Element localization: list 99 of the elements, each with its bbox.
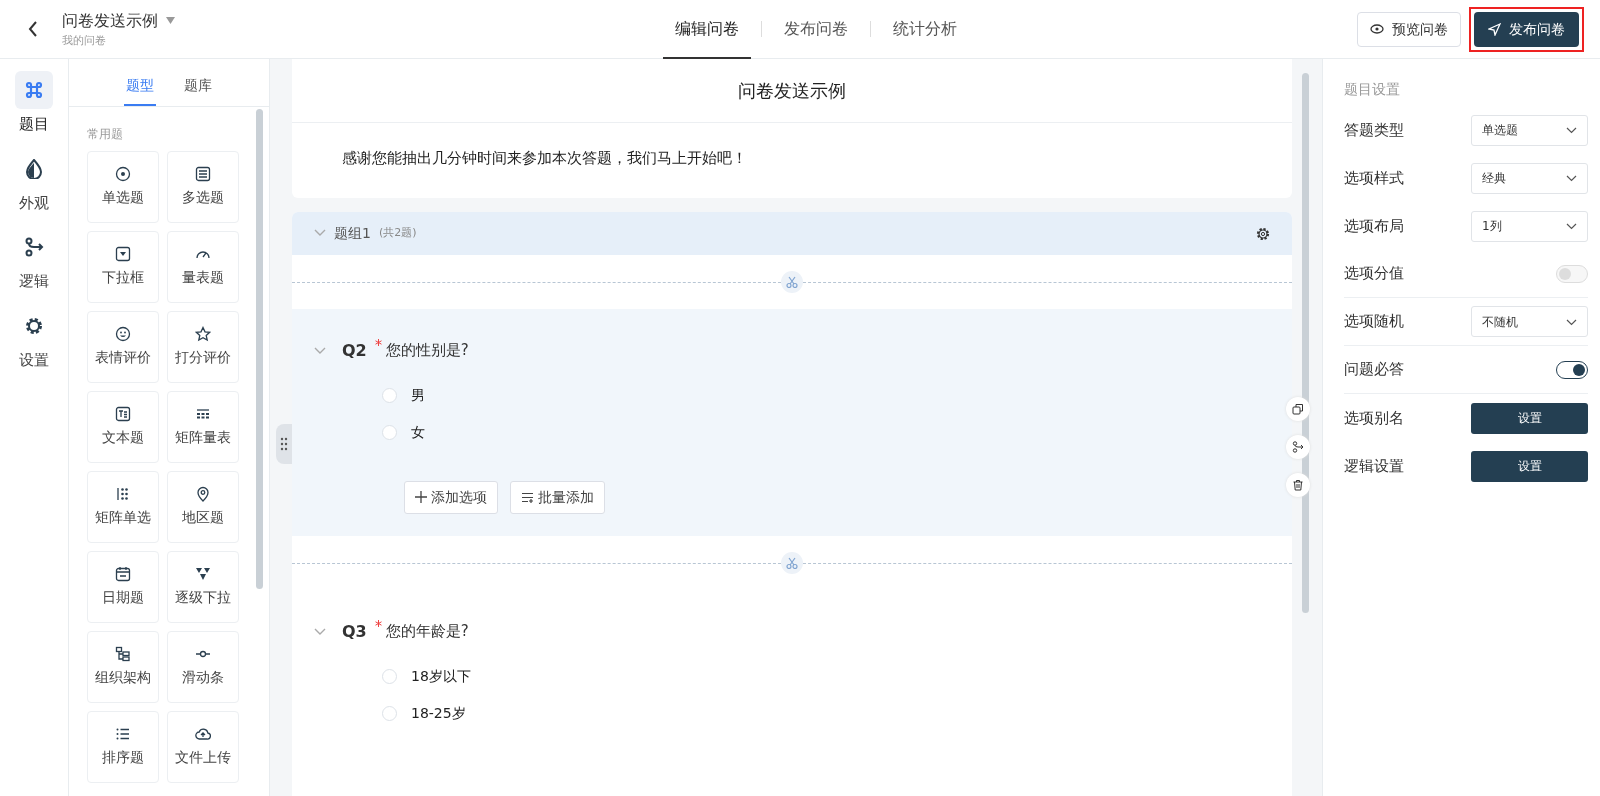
dots-icon (115, 486, 131, 502)
eye-icon (1370, 24, 1384, 34)
scrollbar[interactable] (1302, 73, 1309, 613)
chevron-icon (1566, 175, 1577, 182)
star-icon (195, 326, 211, 342)
upload-icon (195, 726, 211, 742)
chevron-icon[interactable] (314, 346, 326, 355)
nav-tab[interactable]: 发布问卷 (772, 0, 860, 59)
panel-title: 题目设置 (1344, 80, 1401, 99)
question-title: 您的年龄是? (385, 621, 469, 643)
calendar-icon (115, 566, 131, 582)
select-field[interactable]: 单选题 (1471, 114, 1588, 146)
radio-button[interactable] (382, 424, 397, 440)
select-field[interactable]: 不随机 (1471, 306, 1588, 337)
question-number: Q2 (342, 339, 367, 362)
text-icon (115, 406, 131, 422)
radio-icon (115, 166, 131, 182)
caret-icon[interactable] (166, 17, 175, 25)
list-add-icon (521, 491, 534, 503)
checklist-icon (195, 166, 211, 182)
list-icon (115, 726, 131, 742)
select-field[interactable]: 经典 (1471, 162, 1588, 194)
question-type[interactable]: 单选题 (87, 151, 159, 223)
option-label: 18-25岁 (411, 703, 466, 723)
select-field[interactable]: 1列 (1471, 210, 1588, 242)
intro-text: 感谢您能抽出几分钟时间来参加本次答题，我们马上开始吧！ (341, 148, 748, 169)
breadcrumb: 我的问卷 (62, 32, 107, 49)
split-icon[interactable] (781, 270, 803, 293)
chevron-icon[interactable] (314, 627, 326, 636)
radio-button[interactable] (382, 705, 397, 721)
back-icon[interactable] (28, 21, 38, 37)
radio-button[interactable] (382, 387, 397, 403)
question-type[interactable]: 文件上传 (167, 711, 239, 783)
smiley-icon (115, 326, 131, 342)
preview-button[interactable]: 预览问卷 (1357, 11, 1461, 47)
question-type[interactable]: 下拉框 (87, 231, 159, 303)
question-type[interactable]: 量表题 (167, 231, 239, 303)
setting-label: 逻辑设置 (1344, 455, 1404, 477)
panel-tab[interactable]: 题库 (182, 75, 214, 106)
setting-label: 选项布局 (1344, 215, 1404, 237)
setting-label: 选项分值 (1344, 263, 1404, 285)
question-type[interactable]: 打分评价 (167, 311, 239, 383)
split-icon[interactable] (781, 551, 803, 574)
question-type[interactable]: 矩阵量表 (167, 391, 239, 463)
setting-label: 选项随机 (1344, 311, 1404, 333)
question-type[interactable]: 日期题 (87, 551, 159, 623)
survey-title: 问卷发送示例 (292, 59, 1292, 123)
location-icon (195, 486, 211, 502)
panel-tab[interactable]: 题型 (124, 75, 156, 106)
bulk-add-button[interactable]: 批量添加 (510, 480, 605, 514)
setting-label: 问题必答 (1344, 359, 1404, 381)
publish-button[interactable]: 发布问卷 (1474, 11, 1579, 47)
question-count: (共2题) (378, 224, 417, 241)
option-label: 18岁以下 (411, 666, 471, 686)
chevron-icon[interactable] (314, 229, 326, 237)
drop-icon (26, 158, 42, 179)
chevron-icon (1566, 127, 1577, 134)
send-icon (1488, 22, 1501, 36)
radio-button[interactable] (382, 668, 397, 684)
question-title: 您的性别是? (385, 340, 469, 362)
settings-icon (24, 315, 44, 336)
question-type[interactable]: 多选题 (167, 151, 239, 223)
setting-label: 答题类型 (1344, 119, 1404, 141)
survey-name: 问卷发送示例 (62, 9, 158, 32)
rail-item[interactable]: 外观 (15, 149, 53, 214)
hierarchy-icon (115, 646, 131, 662)
question-type[interactable]: 逐级下拉 (167, 551, 239, 623)
nav-tab[interactable]: 统计分析 (881, 0, 969, 59)
plus-icon (415, 491, 427, 503)
section-label: 常用题 (87, 126, 124, 143)
add-option-button[interactable]: 添加选项 (404, 480, 498, 514)
group-name: 题组1 (334, 223, 371, 243)
chevron-icon (1566, 223, 1577, 230)
chevron-icon (1566, 318, 1577, 326)
grid-icon (195, 406, 211, 422)
question-type[interactable]: 表情评价 (87, 311, 159, 383)
question-type[interactable]: 排序题 (87, 711, 159, 783)
setting-label: 选项别名 (1344, 407, 1404, 429)
drag-handle[interactable] (276, 424, 292, 464)
question-type[interactable]: 组织架构 (87, 631, 159, 703)
question-type[interactable]: 文本题 (87, 391, 159, 463)
settings-button[interactable]: 设置 (1471, 450, 1588, 482)
command-icon (24, 80, 44, 100)
setting-label: 选项样式 (1344, 167, 1404, 189)
question-type[interactable]: 矩阵单选 (87, 471, 159, 543)
settings-icon[interactable] (1256, 226, 1270, 241)
question-type[interactable]: 地区题 (167, 471, 239, 543)
question-number: Q3 (342, 620, 367, 643)
branch-icon (24, 237, 44, 257)
option-label: 男 (411, 385, 425, 405)
toggle-switch[interactable] (1556, 360, 1588, 379)
triangles-icon (195, 566, 211, 582)
rail-item[interactable]: 逻辑 (15, 228, 53, 293)
rail-item[interactable]: 设置 (15, 306, 53, 371)
question-type[interactable]: 滑动条 (167, 631, 239, 703)
dropdown-icon (115, 246, 131, 262)
option-label: 女 (411, 422, 425, 442)
scrollbar[interactable] (256, 109, 263, 589)
settings-button[interactable]: 设置 (1471, 402, 1588, 434)
